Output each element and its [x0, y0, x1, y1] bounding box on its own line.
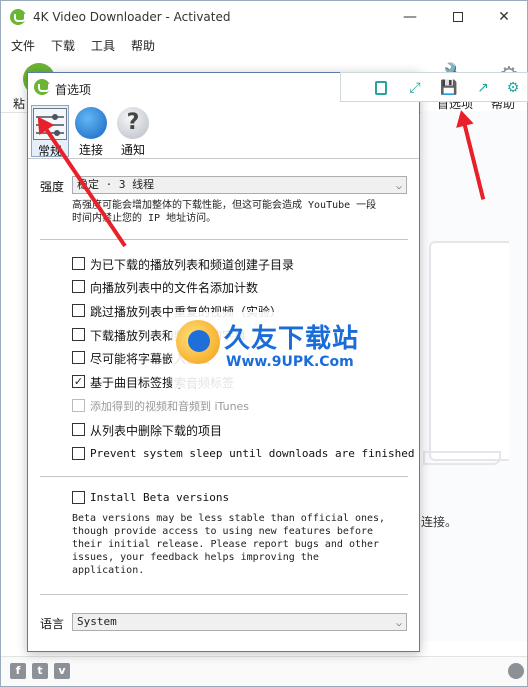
checkbox[interactable]	[72, 257, 85, 270]
window-title: 4K Video Downloader - Activated	[33, 10, 231, 24]
beta-description-line5: application.	[72, 565, 145, 576]
tab-connection[interactable]: 连接	[72, 105, 110, 157]
share-button[interactable]: ↗	[471, 76, 495, 100]
separator	[40, 239, 408, 240]
dialog-title: 首选项	[55, 83, 92, 97]
option-label: 为已下载的播放列表和频道创建子目录	[90, 258, 295, 272]
tab-notifications[interactable]: ? 通知	[114, 105, 152, 157]
globe-icon[interactable]	[508, 663, 524, 679]
chevron-down-icon: ⌵	[395, 181, 402, 192]
drop-area: 连接。	[421, 111, 527, 641]
status-bar: f t v	[1, 656, 527, 686]
close-button[interactable]: ✕	[481, 1, 527, 33]
watermark-logo-icon	[176, 320, 220, 364]
dialog-app-icon	[34, 79, 50, 95]
title-bar: 4K Video Downloader - Activated — ✕	[1, 1, 527, 33]
option-label: 向播放列表中的文件名添加计数	[90, 281, 259, 295]
dialog-tool-strip: ⤢ 💾 ↗ ⚙	[340, 72, 528, 102]
tab-notifications-label: 通知	[120, 143, 145, 157]
maximize-button[interactable]	[435, 1, 481, 33]
preferences-body: 强度 稳定 · 3 线程 ⌵ 高强度可能会增加整体的下载性能，但这可能会造成 Y…	[28, 160, 419, 651]
menu-download[interactable]: 下载	[51, 37, 75, 54]
share-icon: ↗	[477, 80, 489, 96]
globe-icon	[75, 107, 107, 139]
save-button[interactable]: 💾	[437, 76, 461, 100]
intensity-label: 强度	[40, 180, 65, 194]
menu-help[interactable]: 帮助	[131, 37, 155, 54]
checkbox[interactable]	[72, 447, 85, 460]
option-label: Prevent system sleep until downloads are…	[90, 447, 415, 460]
beta-description-line1: Beta versions may be less stable than of…	[72, 513, 386, 524]
minimize-button[interactable]: —	[387, 1, 433, 33]
language-label: 语言	[40, 617, 65, 631]
monitor-illustration	[429, 241, 509, 461]
watermark-url: Www.9UPK.Com	[226, 354, 354, 370]
expand-icon: ⤢	[409, 80, 421, 96]
option-label: 添加得到的视频和音频到 iTunes	[90, 400, 250, 413]
preferences-tabs: 常规 连接 ? 通知	[28, 101, 419, 159]
language-select[interactable]: System ⌵	[72, 613, 407, 631]
menu-bar: 文件 下载 工具 帮助	[1, 33, 527, 57]
separator	[40, 476, 408, 477]
monitor-base-illustration	[423, 451, 501, 465]
fullscreen-button[interactable]: ⤢	[403, 76, 427, 100]
settings-button[interactable]: ⚙	[501, 76, 525, 100]
watermark-text: 久友下载站	[224, 324, 360, 354]
question-icon: ?	[117, 107, 149, 139]
beta-description-line4: issues, your feedback helps improving th…	[72, 552, 319, 563]
tab-connection-label: 连接	[78, 143, 103, 157]
intensity-description-line2: 时间内禁止您的 IP 地址访问。	[72, 213, 217, 224]
paste-link-label: 粘	[13, 97, 26, 111]
watermark: 久友下载站 Www.9UPK.Com	[172, 312, 378, 388]
beta-description-line3: their initial release. Please report bug…	[72, 539, 380, 550]
maximize-icon	[453, 12, 463, 22]
facebook-icon[interactable]: f	[10, 663, 26, 679]
checkbox-disabled	[72, 399, 85, 412]
twitter-icon[interactable]: t	[32, 663, 48, 679]
option-label: 从列表中删除下载的项目	[90, 424, 223, 438]
chevron-down-icon: ⌵	[395, 618, 402, 629]
app-logo-icon	[10, 9, 26, 25]
checkbox[interactable]	[72, 351, 85, 364]
checkbox[interactable]	[72, 328, 85, 341]
gear-icon: ⚙	[506, 80, 520, 96]
save-icon: 💾	[440, 80, 458, 96]
portrait-view-button[interactable]	[369, 76, 393, 100]
checkbox[interactable]	[72, 280, 85, 293]
menu-file[interactable]: 文件	[11, 37, 35, 54]
hint-text: 连接。	[421, 515, 458, 529]
phone-icon	[375, 81, 387, 95]
separator	[40, 594, 408, 595]
beta-description-line2: though provide access to using new featu…	[72, 526, 374, 537]
checkbox[interactable]	[72, 304, 85, 317]
checkbox[interactable]	[72, 491, 85, 504]
intensity-description-line1: 高强度可能会增加整体的下载性能，但这可能会造成 YouTube 一段	[72, 200, 377, 211]
menu-tools[interactable]: 工具	[91, 37, 115, 54]
checkbox-checked[interactable]: ✓	[72, 375, 85, 388]
checkbox[interactable]	[72, 423, 85, 436]
language-value: System	[77, 615, 117, 628]
vimeo-icon[interactable]: v	[54, 663, 70, 679]
option-label: Install Beta versions	[90, 491, 230, 504]
intensity-select[interactable]: 稳定 · 3 线程 ⌵	[72, 176, 407, 194]
